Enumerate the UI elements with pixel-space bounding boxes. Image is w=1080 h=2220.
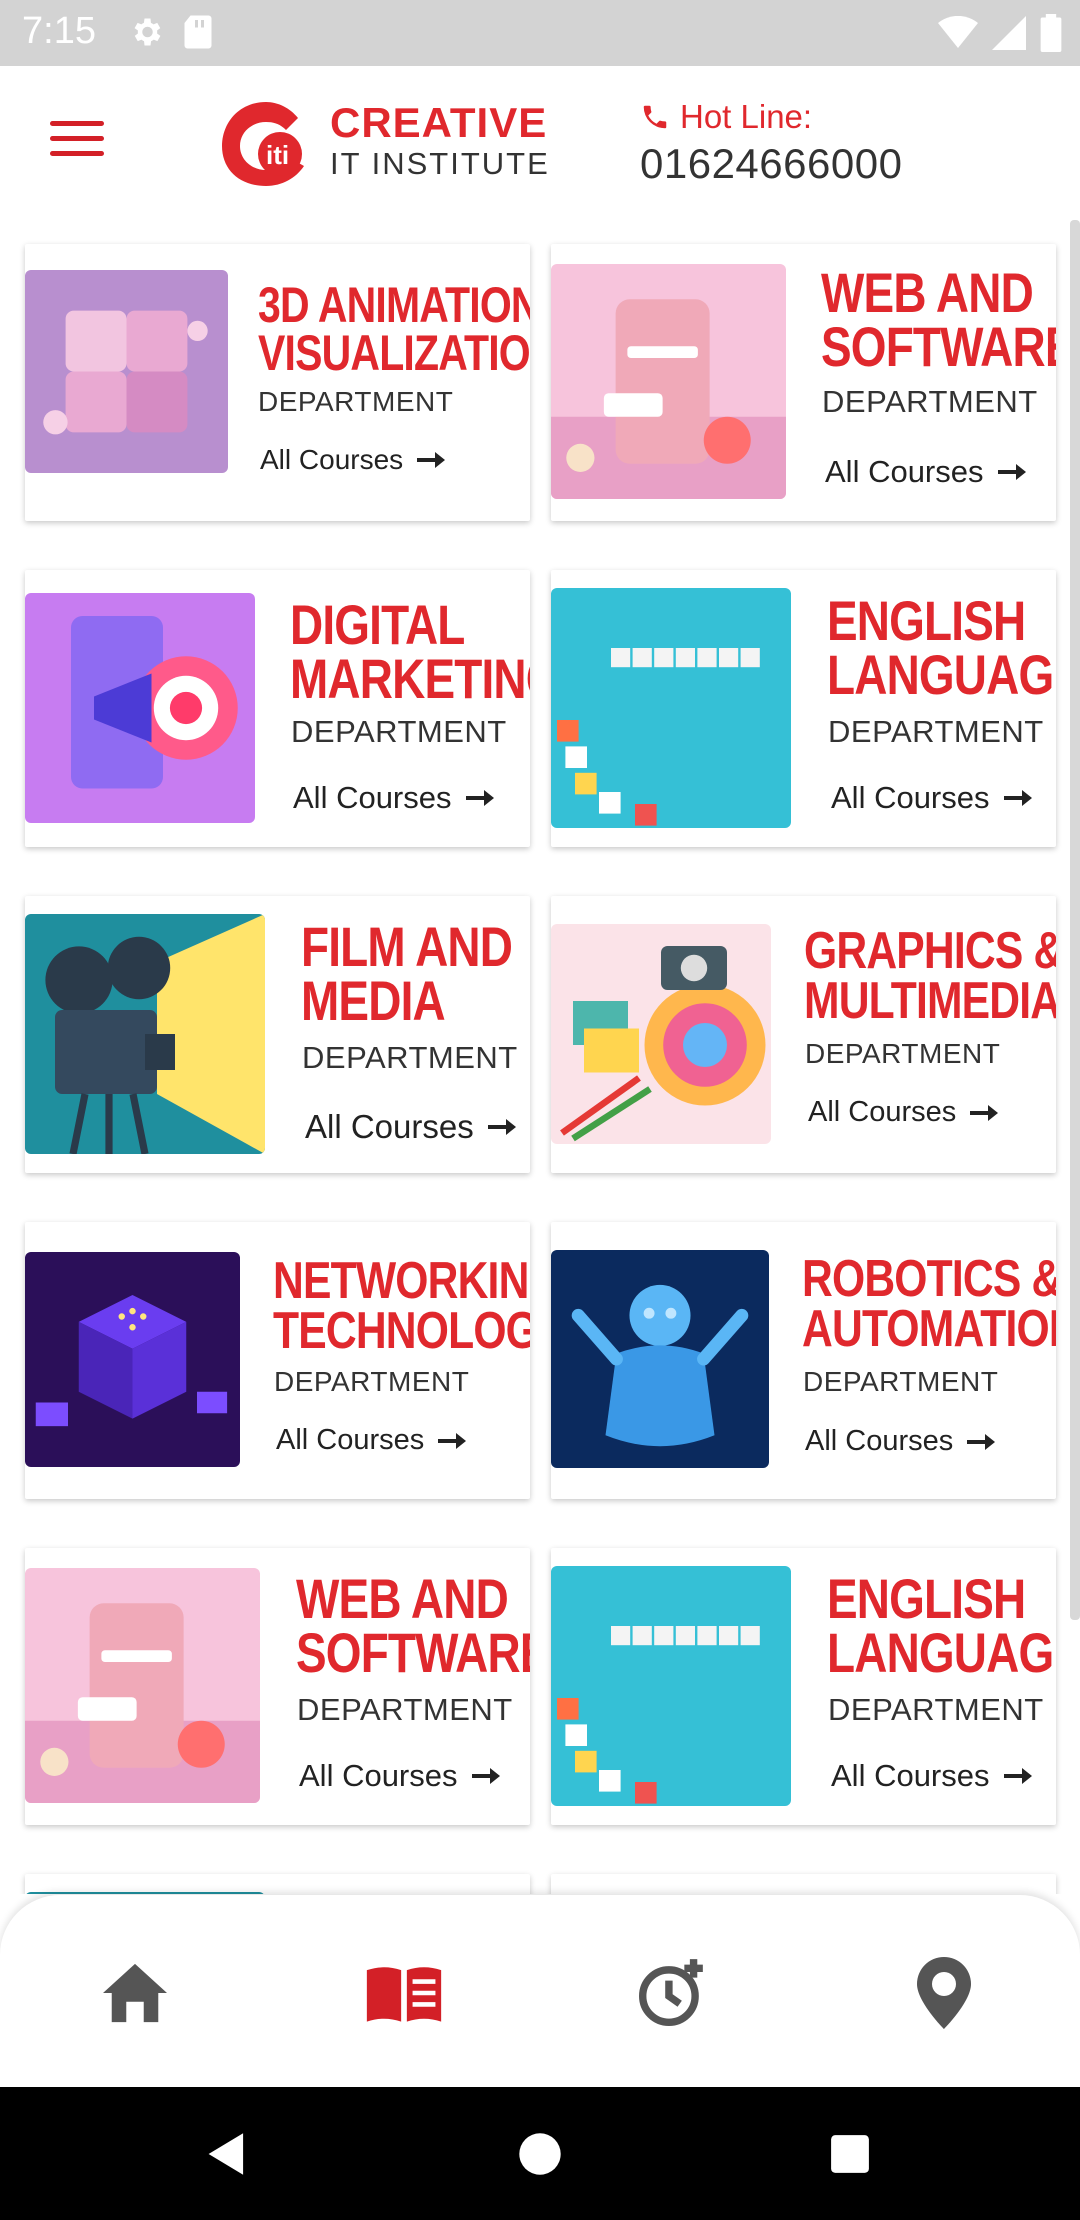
home-icon (103, 1963, 167, 2023)
nav-location[interactable] (904, 1953, 984, 2033)
card-robotics-automation[interactable]: ROBOTICS & AUTOMATION DEPARTMENT All Cour… (551, 1222, 1056, 1499)
nav-schedule[interactable] (632, 1953, 712, 2033)
nav-home[interactable] (95, 1953, 175, 2033)
card-department: DEPARTMENT (803, 1366, 999, 1397)
card-title: GRAPHICS & MULTIMEDIA (804, 922, 1056, 1030)
sd-card-icon (184, 15, 212, 49)
all-courses-link[interactable]: All Courses (805, 1425, 996, 1458)
card-title: FILM AND MEDIA (301, 915, 513, 1032)
settings-icon (134, 18, 161, 46)
card-image-digital-marketing (25, 593, 255, 823)
battery-icon (1040, 14, 1062, 52)
all-courses-link[interactable]: All Courses (293, 780, 494, 816)
signal-icon (992, 16, 1026, 50)
arrow-right-icon (967, 1433, 996, 1450)
brand-name: CREATIVE (330, 99, 548, 146)
all-courses-link[interactable]: All Courses (831, 780, 1032, 816)
card-web-software-2[interactable]: WEB AND SOFTWARE DEPARTMENT All Courses (25, 1548, 530, 1825)
phone-icon (643, 105, 667, 129)
card-image-film-media (25, 914, 265, 1154)
system-navigation-bar (0, 2087, 1080, 2220)
creative-it-logo: iti (222, 102, 304, 186)
card-english-language[interactable]: ENGLISHLANGUAGE DEPARTMENT All Courses (551, 570, 1056, 847)
menu-button[interactable] (50, 121, 104, 161)
card-film-media[interactable]: FILM AND MEDIA DEPARTMENT All Courses (25, 896, 530, 1173)
card-department: DEPARTMENT (822, 384, 1038, 419)
courses-book-icon (366, 1967, 442, 2022)
card-web-software[interactable]: WEB AND SOFTWARE DEPARTMENT All Courses (551, 244, 1056, 521)
card-image-robotics (551, 1250, 769, 1468)
arrow-right-icon (465, 790, 494, 806)
status-bar: 7:15 (0, 0, 1080, 66)
arrow-right-icon (487, 1119, 516, 1135)
status-time: 7:15 (22, 10, 96, 52)
home-circle-icon[interactable] (517, 2131, 563, 2177)
arrow-right-icon (417, 452, 446, 468)
card-image-web-software (551, 264, 786, 499)
card-title: DIGITALMARKETING (290, 593, 530, 710)
department-grid[interactable]: 3D ANIMATION VISUALIZATION DEPARTMENT All… (0, 220, 1080, 1894)
wifi-icon (938, 16, 978, 48)
card-title: ENGLISHLANGUAGE (827, 589, 1056, 706)
arrow-right-icon (438, 1432, 467, 1449)
card-image-graphics (551, 924, 771, 1144)
card-title: WEB AND SOFTWARE (296, 1567, 530, 1684)
menu-icon (50, 121, 104, 126)
scrollbar[interactable] (1070, 220, 1080, 1620)
all-courses-link[interactable]: All Courses (299, 1758, 500, 1794)
card-image-3d-animation (25, 270, 228, 473)
card-department: DEPARTMENT (297, 1692, 513, 1727)
card-department: DEPARTMENT (828, 1692, 1044, 1727)
arrow-right-icon (471, 1768, 500, 1784)
back-icon[interactable] (204, 2131, 250, 2177)
brand-subtitle: IT INSTITUTE (330, 146, 550, 181)
location-pin-icon (917, 1957, 971, 2029)
card-department: DEPARTMENT (302, 1040, 518, 1075)
schedule-clock-icon (639, 1959, 703, 2026)
card-image-web-software (25, 1568, 260, 1803)
arrow-right-icon (997, 464, 1026, 480)
all-courses-link[interactable]: All Courses (305, 1108, 516, 1146)
card-title: ROBOTICS & AUTOMATION (802, 1250, 1056, 1358)
all-courses-link[interactable]: All Courses (260, 444, 446, 476)
card-networking[interactable]: NETWORKINGTECHNOLOGY DEPARTMENT All Cour… (25, 1222, 530, 1499)
card-title: 3D ANIMATION VISUALIZATION (258, 277, 530, 381)
card-department: DEPARTMENT (805, 1038, 1001, 1069)
svg-text:iti: iti (266, 140, 289, 170)
all-courses-link[interactable]: All Courses (825, 454, 1026, 490)
card-department: DEPARTMENT (258, 386, 454, 417)
card-digital-marketing[interactable]: DIGITALMARKETING DEPARTMENT All Courses (25, 570, 530, 847)
all-courses-link[interactable]: All Courses (831, 1758, 1032, 1794)
card-partial-left[interactable] (25, 1874, 530, 1894)
all-courses-link[interactable]: All Courses (276, 1424, 467, 1457)
card-english-language-2[interactable]: ENGLISHLANGUAGE DEPARTMENT All Courses (551, 1548, 1056, 1825)
nav-courses[interactable] (364, 1953, 444, 2033)
arrow-right-icon (1003, 1768, 1032, 1784)
hotline-label: Hot Line: (680, 98, 813, 135)
bottom-navigation (0, 1895, 1080, 2087)
arrow-right-icon (970, 1104, 999, 1121)
hotline-number[interactable]: 01624666000 (640, 140, 902, 188)
recents-square-icon[interactable] (829, 2133, 871, 2175)
card-image-english (551, 588, 791, 828)
arrow-right-icon (1003, 790, 1032, 806)
card-title: WEB AND SOFTWARE (821, 261, 1056, 378)
card-3d-animation[interactable]: 3D ANIMATION VISUALIZATION DEPARTMENT All… (25, 244, 530, 521)
card-department: DEPARTMENT (828, 714, 1044, 749)
card-graphics-multimedia[interactable]: GRAPHICS & MULTIMEDIA DEPARTMENT All Cour… (551, 896, 1056, 1173)
card-department: DEPARTMENT (274, 1366, 470, 1397)
card-image-networking (25, 1252, 240, 1467)
all-courses-link[interactable]: All Courses (808, 1096, 999, 1129)
card-title: ENGLISHLANGUAGE (827, 1567, 1056, 1684)
card-department: DEPARTMENT (291, 714, 507, 749)
card-image-partial (25, 1892, 265, 1894)
card-partial-right[interactable] (551, 1874, 1056, 1894)
card-image-english (551, 1566, 791, 1806)
app-header: iti CREATIVE IT INSTITUTE Hot Line: 0162… (0, 66, 1080, 220)
hotline[interactable]: Hot Line: 01624666000 (640, 98, 902, 188)
card-title: NETWORKINGTECHNOLOGY (273, 1252, 530, 1360)
